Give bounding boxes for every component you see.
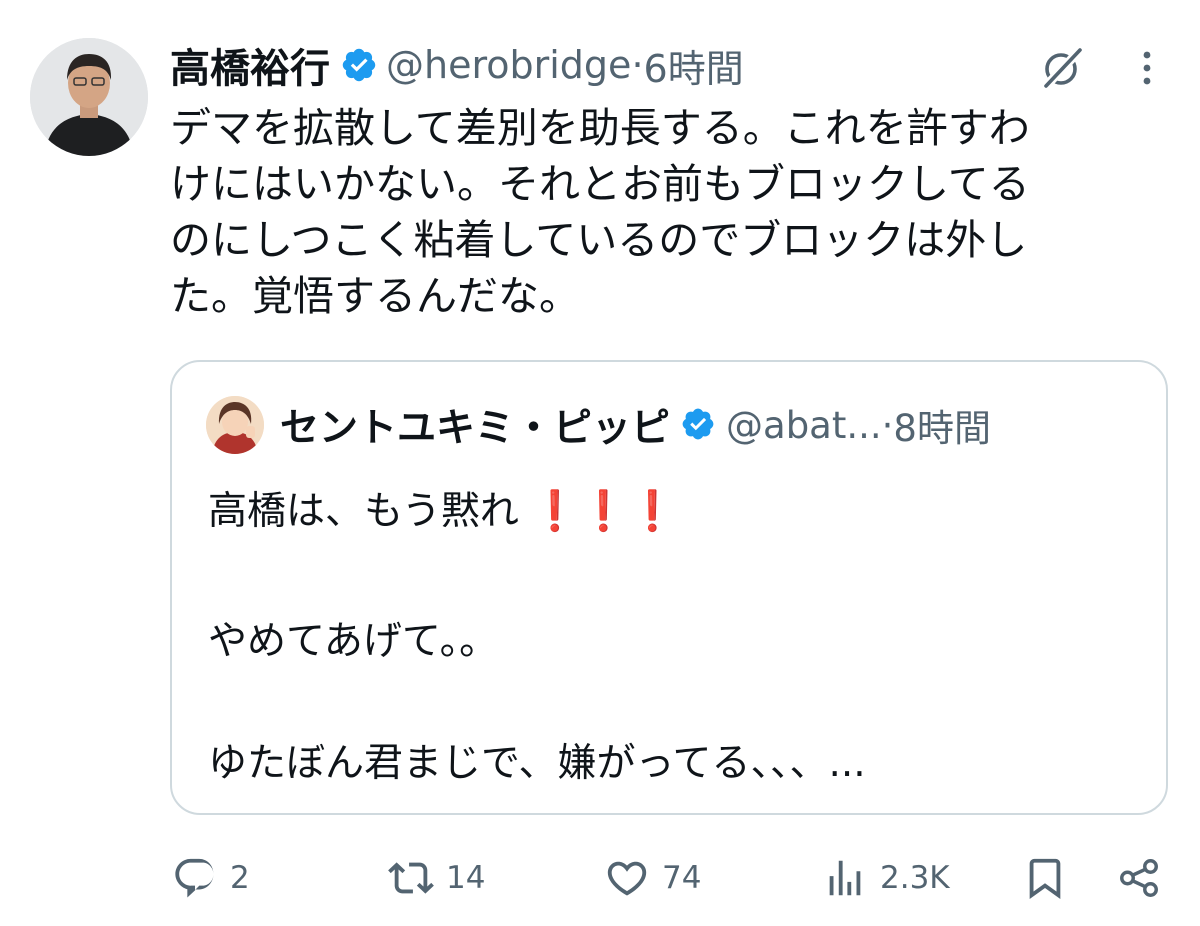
share-icon	[1120, 859, 1158, 897]
quoted-time[interactable]: 8時間	[893, 398, 991, 452]
quoted-author-handle[interactable]: @abat...	[726, 404, 882, 447]
quoted-header: セントユキミ・ピッピ @abat... · 8時間	[280, 396, 991, 454]
author-name[interactable]: 高橋裕行	[170, 36, 330, 94]
time-separator: ·	[631, 43, 644, 87]
quoted-author-avatar[interactable]	[206, 396, 264, 454]
share-button[interactable]	[1116, 848, 1162, 908]
retweet-icon	[388, 862, 434, 894]
like-button[interactable]: 74	[604, 848, 701, 908]
tweet-header: 高橋裕行 @herobridge · 6時間	[170, 38, 744, 92]
quoted-author-name[interactable]: セントユキミ・ピッピ	[280, 397, 670, 453]
bookmark-icon	[1029, 858, 1061, 899]
more-icon[interactable]	[1132, 46, 1162, 90]
like-icon	[607, 861, 647, 896]
quoted-text-line-3: ゆたぼん君まじで、嫌がってる、、、...	[208, 741, 866, 786]
reply-button[interactable]: 2	[172, 848, 250, 908]
verified-badge-icon[interactable]	[680, 406, 718, 444]
views-button[interactable]: 2.3K	[822, 848, 950, 908]
reply-count: 2	[230, 860, 250, 896]
quoted-time-separator: ·	[881, 403, 894, 447]
quoted-text-1: 高橋は、もう黙れ	[208, 489, 519, 534]
retweet-count: 14	[446, 860, 486, 896]
quoted-text-line-1: 高橋は、もう黙れ ❗❗❗	[208, 480, 677, 536]
quoted-text-line-2: やめてあげて。。	[208, 619, 499, 664]
tweet-text: デマを拡散して差別を助長する。これを許すわ けにはいかない。それとお前もブロック…	[170, 104, 1030, 320]
bookmark-button[interactable]	[1022, 848, 1068, 908]
views-icon	[829, 860, 861, 896]
reply-icon	[175, 858, 214, 898]
action-bar: 2 14 74 2.3K	[0, 848, 1200, 908]
exclamation-marks: ❗❗❗	[530, 489, 677, 534]
author-avatar[interactable]	[30, 38, 148, 156]
verified-badge-icon[interactable]	[340, 46, 378, 84]
author-handle[interactable]: @herobridge	[386, 43, 631, 87]
retweet-button[interactable]: 14	[388, 848, 485, 908]
views-count: 2.3K	[880, 860, 950, 896]
quoted-tweet[interactable]: セントユキミ・ピッピ @abat... · 8時間 高橋は、もう黙れ ❗❗❗ やめ…	[170, 360, 1168, 815]
grok-icon[interactable]	[1038, 44, 1086, 92]
tweet-time[interactable]: 6時間	[644, 38, 744, 93]
like-count: 74	[662, 860, 702, 896]
